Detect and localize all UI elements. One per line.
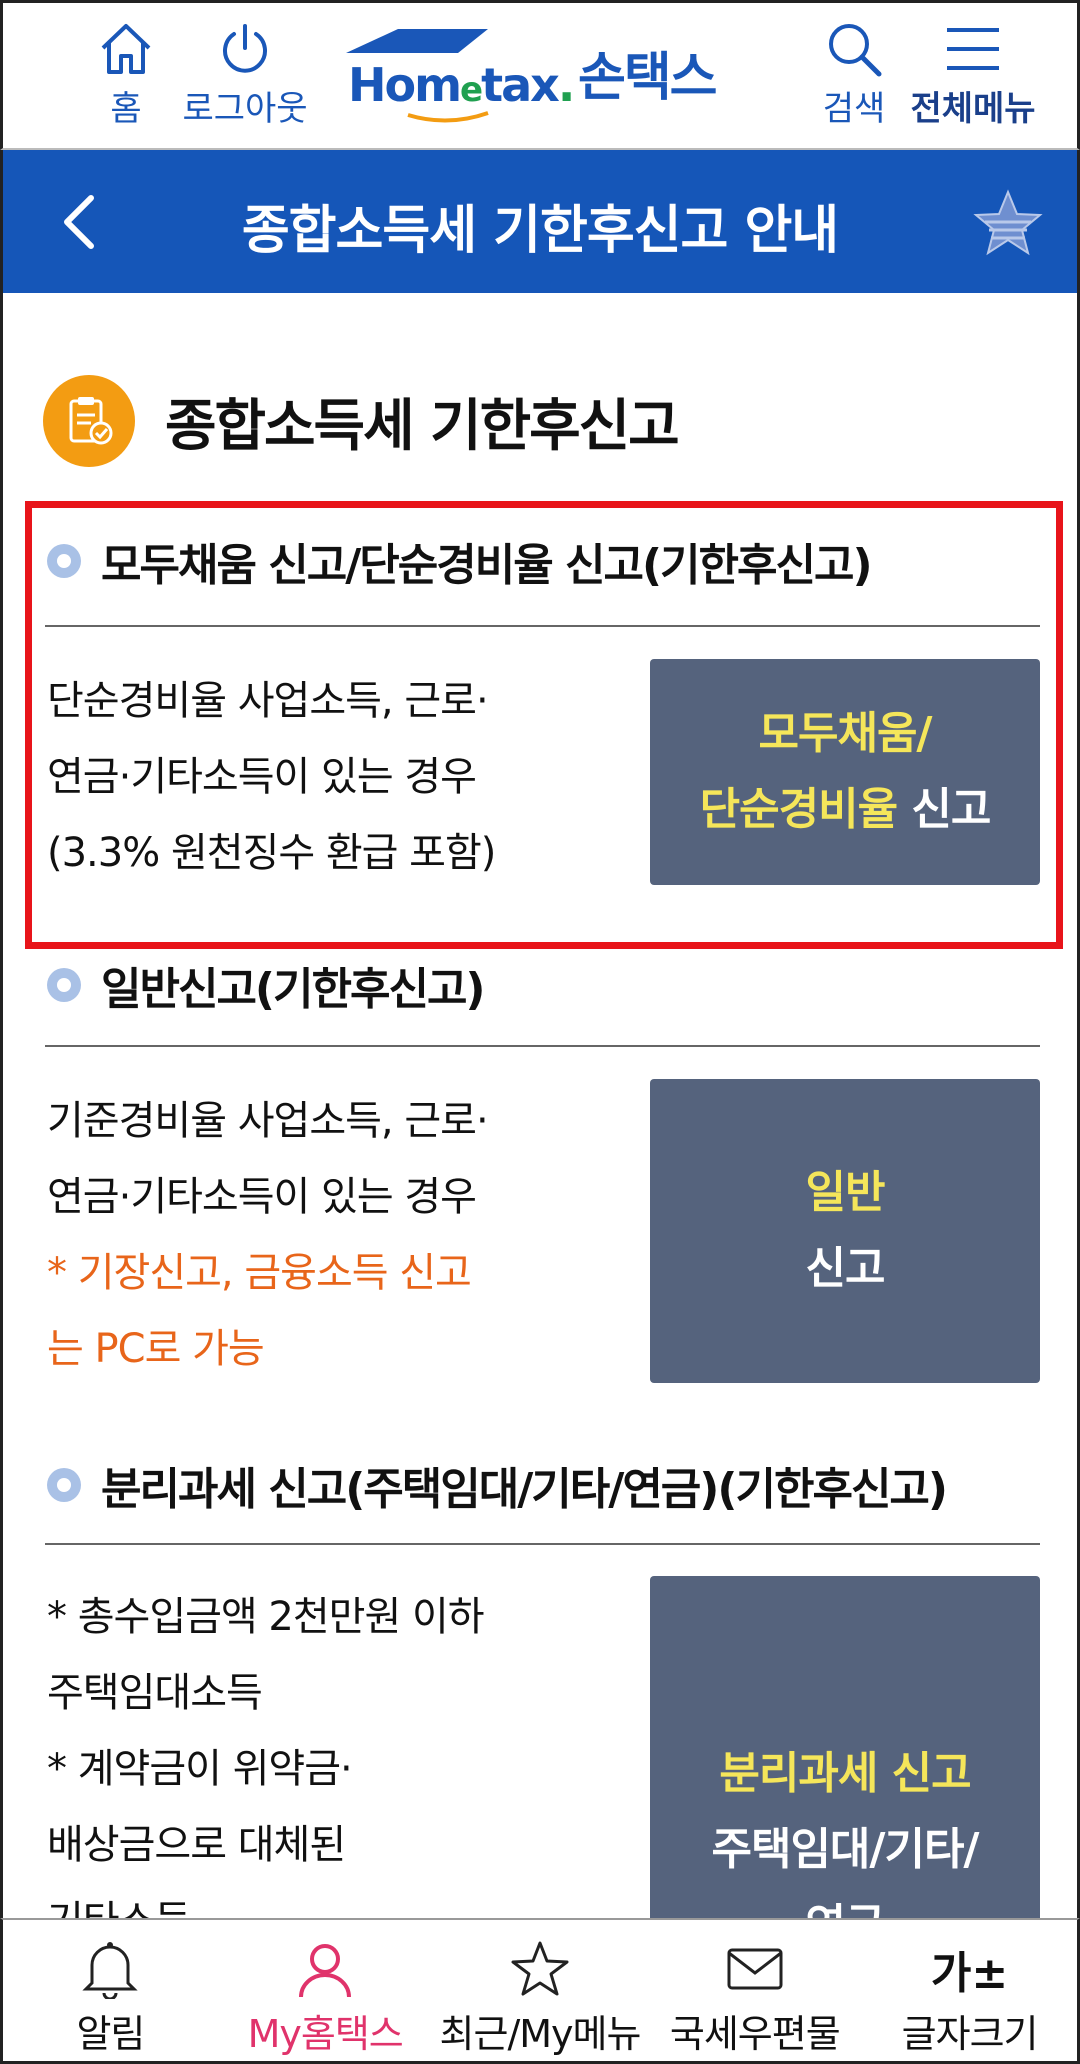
bell-icon: [82, 1934, 139, 2004]
desc-line: * 계약금이 위약금·: [47, 1746, 353, 1792]
nav-label: My홈택스: [247, 2012, 404, 2056]
search-icon: [819, 13, 889, 85]
person-icon: [295, 1934, 355, 2004]
clipboard-check-icon: [43, 375, 135, 467]
nav-label: 최근/My메뉴: [439, 2012, 642, 2056]
nav-item-notifications[interactable]: 알림: [3, 1920, 218, 2061]
button-label: 분리과세 신고: [719, 1748, 971, 1799]
mail-icon: [726, 1934, 784, 2004]
nav-item-recent-menu[interactable]: 최근/My메뉴: [433, 1920, 648, 2061]
nav-item-my-hometax[interactable]: My홈택스: [218, 1920, 433, 2061]
note-line: 는 PC로 가능: [47, 1326, 265, 1372]
section-header: 종합소득세 기한후신고: [43, 373, 680, 469]
separate-filing-button[interactable]: 분리과세 신고 주택임대/기타/ 연금: [650, 1576, 1040, 1918]
search-button[interactable]: 검색: [819, 13, 889, 129]
page-title: 종합소득세 기한후신고 안내: [241, 201, 839, 261]
nav-item-tax-mail[interactable]: 국세우편물: [647, 1920, 862, 2061]
button-label: 연금: [806, 1888, 886, 1918]
font-size-glyph: 가±: [930, 1948, 1009, 1999]
bullet-icon: [47, 968, 81, 1002]
menu-label: 전체메뉴: [910, 89, 1036, 129]
desc-line: 기타소득: [47, 1883, 484, 1918]
star-icon: [973, 189, 1043, 256]
note-line: * 기장신고, 금융소득 신고: [47, 1250, 472, 1296]
power-icon: [175, 13, 315, 85]
nav-label: 글자크기: [901, 2012, 1039, 2056]
logout-label: 로그아웃: [182, 89, 308, 129]
nav-label: 알림: [76, 2012, 145, 2056]
block-title: 분리과세 신고(주택임대/기타/연금)(기한후신고): [101, 1464, 948, 1515]
full-menu-button[interactable]: 전체메뉴: [903, 13, 1043, 129]
block-header-separate: 분리과세 신고(주택임대/기타/연금)(기한후신고): [47, 1453, 948, 1517]
home-button[interactable]: 홈: [91, 13, 161, 129]
block-header-general: 일반신고(기한후신고): [47, 953, 486, 1017]
hometax-logo[interactable]: Hometax. 손택스: [338, 23, 758, 133]
desc-line: 배상금으로 대체된: [47, 1822, 346, 1868]
desc-line: 주택임대소득: [47, 1670, 263, 1716]
home-label: 홈: [110, 89, 142, 129]
block-description: 기준경비율 사업소득, 근로· 연금·기타소득이 있는 경우 * 기장신고, 금…: [47, 1083, 489, 1387]
desc-line: * 총수입금액 2천만원 이하: [47, 1594, 485, 1640]
nav-item-font-size[interactable]: 가± 글자크기: [862, 1920, 1077, 2061]
logout-button[interactable]: 로그아웃: [175, 13, 315, 129]
bullet-icon: [47, 1468, 81, 1502]
hamburger-icon: [903, 13, 1043, 85]
button-label: 신고: [805, 1243, 886, 1294]
main-content[interactable]: 종합소득세 기한후신고 모두채움 신고/단순경비율 신고(기한후신고) 단순경비…: [0, 293, 1080, 1918]
button-label: 주택임대/기타/: [711, 1824, 979, 1875]
svg-text:손택스: 손택스: [578, 48, 717, 108]
general-filing-button[interactable]: 일반 신고: [650, 1079, 1040, 1383]
top-bar: 홈 로그아웃 Hometax. 손택스 검색 전체메뉴: [0, 0, 1080, 150]
bottom-nav: 알림 My홈택스 최근/My메뉴 국세우편물 가± 글자크기: [0, 1918, 1080, 2064]
svg-text:Hometax.: Hometax.: [348, 58, 573, 112]
search-label: 검색: [822, 89, 886, 129]
button-label: 일반: [805, 1167, 886, 1218]
divider: [45, 1543, 1040, 1545]
section-title: 종합소득세 기한후신고: [165, 393, 680, 459]
title-bar: 종합소득세 기한후신고 안내: [0, 150, 1080, 293]
nav-label: 국세우편물: [669, 2012, 841, 2056]
home-icon: [91, 13, 161, 85]
divider: [45, 1045, 1040, 1047]
block-title: 일반신고(기한후신고): [101, 964, 486, 1015]
block-description: * 총수입금액 2천만원 이하 주택임대소득 * 계약금이 위약금· 배상금으로…: [47, 1579, 485, 1918]
desc-line: 연금·기타소득이 있는 경우: [47, 1174, 477, 1220]
desc-line: 기준경비율 사업소득, 근로·: [47, 1098, 489, 1144]
favorite-button[interactable]: [973, 188, 1043, 258]
star-icon: [510, 1934, 570, 2004]
font-size-icon: 가±: [931, 1934, 1008, 2004]
highlight-box: [25, 501, 1063, 949]
